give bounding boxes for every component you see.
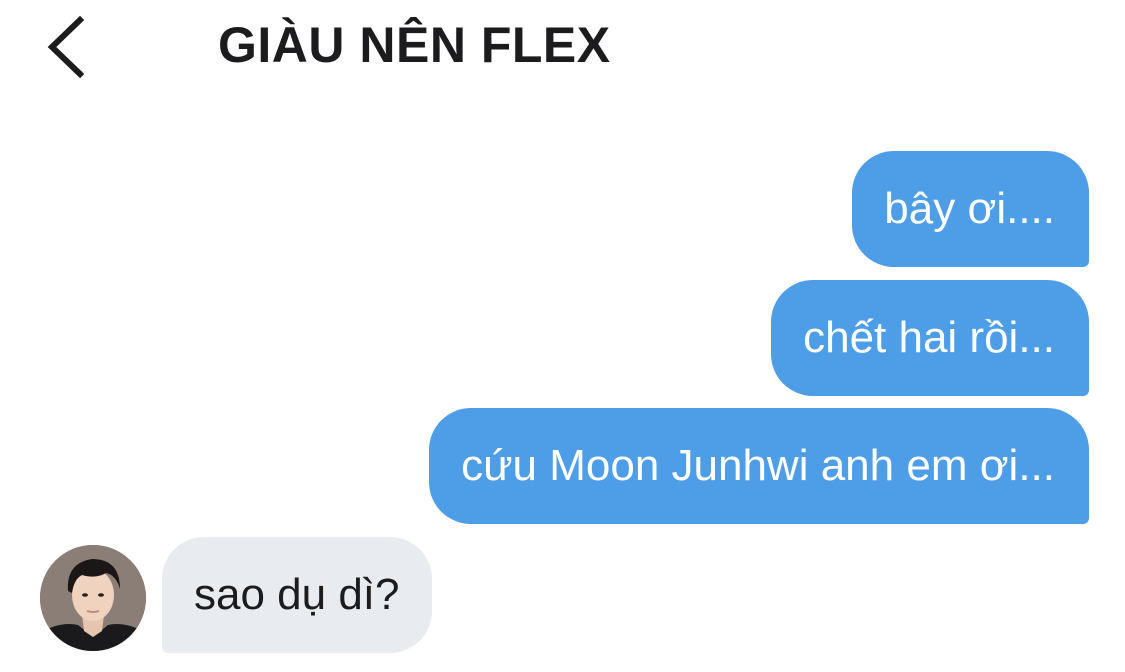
outgoing-message-bubble[interactable]: cứu Moon Junhwi anh em ơi... xyxy=(429,408,1089,524)
incoming-message-bubble[interactable]: sao dụ dì? xyxy=(162,537,432,653)
message-text: bây ơi.... xyxy=(884,184,1055,233)
message-text: chết hai rồi... xyxy=(803,313,1055,362)
chevron-left-icon xyxy=(47,15,85,79)
chat-header: GIÀU NÊN FLEX xyxy=(0,0,1125,95)
profile-photo xyxy=(40,545,146,651)
outgoing-message-bubble[interactable]: chết hai rồi... xyxy=(771,280,1089,396)
message-text: sao dụ dì? xyxy=(194,570,400,619)
chat-title: GIÀU NÊN FLEX xyxy=(218,17,611,73)
message-text: cứu Moon Junhwi anh em ơi... xyxy=(461,441,1055,490)
outgoing-message-bubble[interactable]: bây ơi.... xyxy=(852,151,1089,267)
avatar[interactable] xyxy=(40,545,146,651)
back-button[interactable] xyxy=(40,14,100,80)
